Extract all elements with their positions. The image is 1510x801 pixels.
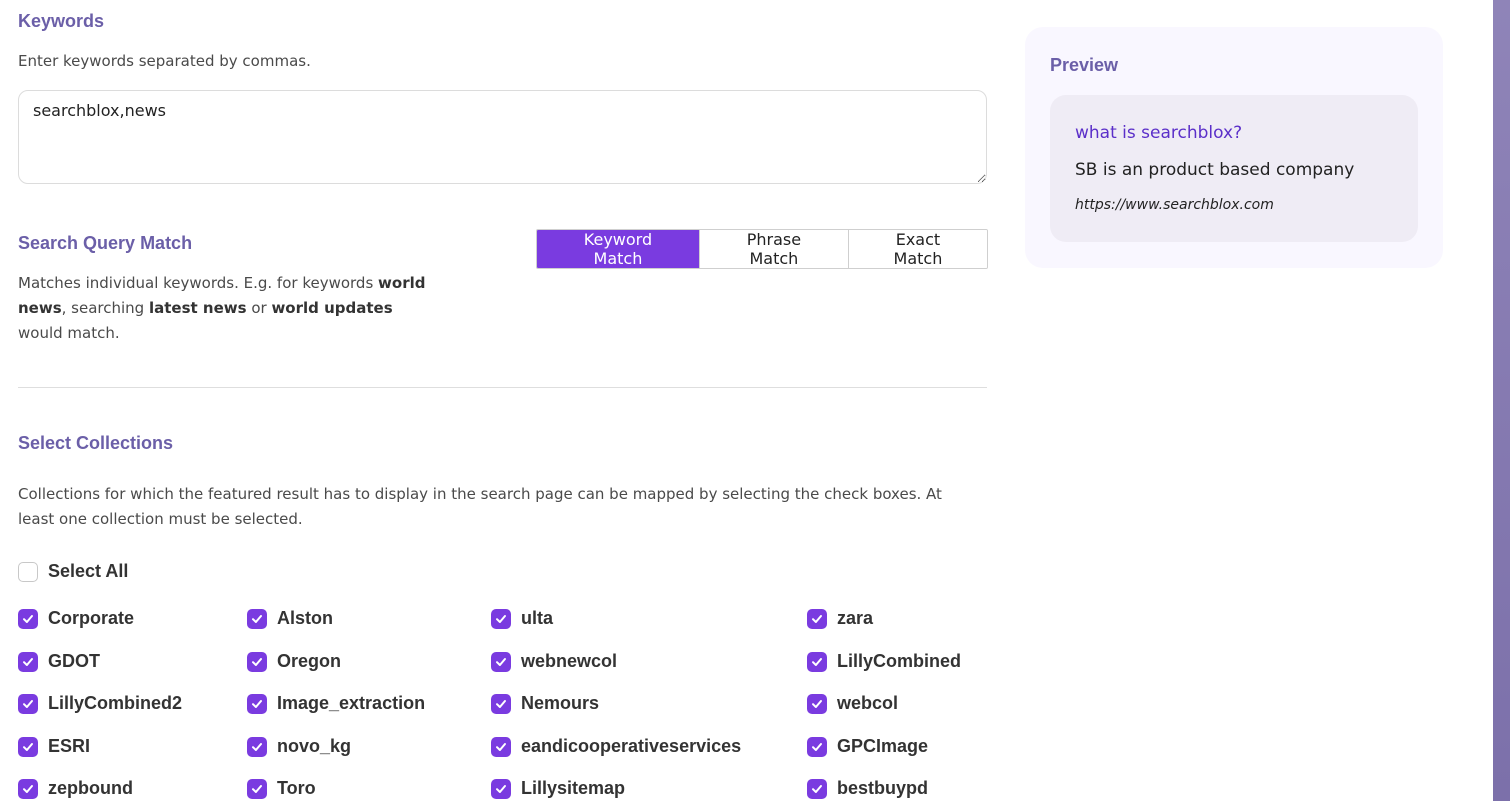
scrollbar[interactable] — [1493, 0, 1510, 801]
help-text: , searching — [61, 299, 149, 317]
select-collections-help: Collections for which the featured resul… — [18, 485, 942, 528]
collection-checkbox[interactable]: zepbound — [18, 778, 133, 799]
check-icon[interactable] — [807, 736, 827, 757]
collection-label: LillyCombined2 — [48, 693, 183, 713]
help-text: would match. — [18, 324, 120, 342]
check-icon[interactable] — [247, 778, 267, 799]
divider — [18, 387, 987, 388]
keywords-help: Enter keywords separated by commas. — [18, 52, 311, 70]
check-icon[interactable] — [491, 651, 511, 672]
preview-result-description: SB is an product based company — [1075, 160, 1355, 180]
collection-label: Oregon — [277, 651, 342, 671]
collection-label: bestbuypd — [837, 778, 929, 798]
collection-label: eandicooperativeservices — [521, 736, 742, 756]
select-all-checkbox[interactable]: Select All — [18, 561, 128, 582]
collection-checkbox[interactable]: ESRI — [18, 736, 90, 757]
collection-label: Image_extraction — [277, 693, 426, 713]
preview-panel: Preview what is searchblox? SB is an pro… — [1025, 27, 1443, 268]
check-icon[interactable] — [491, 736, 511, 757]
collection-label: Lillysitemap — [521, 778, 626, 798]
check-icon[interactable] — [491, 693, 511, 714]
search-query-match-help: Matches individual keywords. E.g. for ke… — [18, 271, 438, 346]
check-icon[interactable] — [807, 778, 827, 799]
keywords-input[interactable] — [18, 90, 987, 184]
collection-checkbox[interactable]: Corporate — [18, 608, 134, 629]
page: Keywords Enter keywords separated by com… — [0, 0, 1510, 801]
check-icon[interactable] — [18, 778, 38, 799]
collection-checkbox[interactable]: Alston — [247, 608, 333, 629]
collection-label: Nemours — [521, 693, 600, 713]
collection-checkbox[interactable]: GPCImage — [807, 736, 928, 757]
help-text: or — [246, 299, 272, 317]
preview-card: what is searchblox? SB is an product bas… — [1050, 95, 1418, 242]
help-text: Matches individual keywords. E.g. for ke… — [18, 274, 379, 292]
select-collections-title: Select Collections — [18, 433, 174, 453]
collection-label: webcol — [837, 693, 899, 713]
collection-checkbox[interactable]: Oregon — [247, 651, 341, 672]
check-icon[interactable] — [491, 608, 511, 629]
check-icon[interactable] — [247, 736, 267, 757]
collection-label: GDOT — [48, 651, 100, 671]
collection-checkbox[interactable]: novo_kg — [247, 736, 351, 757]
check-icon[interactable] — [807, 608, 827, 629]
match-type-selector: Keyword Match Phrase Match Exact Match — [536, 229, 988, 269]
collection-checkbox[interactable]: LillyCombined2 — [18, 693, 182, 714]
collection-checkbox[interactable]: Toro — [247, 778, 316, 799]
select-all-label: Select All — [48, 561, 129, 581]
collection-checkbox[interactable]: webnewcol — [491, 651, 617, 672]
collection-checkbox[interactable]: GDOT — [18, 651, 100, 672]
check-icon[interactable] — [807, 693, 827, 714]
check-icon[interactable] — [491, 778, 511, 799]
check-icon[interactable] — [18, 736, 38, 757]
check-icon[interactable] — [18, 651, 38, 672]
help-keyword: world updates — [271, 299, 393, 317]
preview-result-title[interactable]: what is searchblox? — [1075, 123, 1242, 143]
collection-checkbox[interactable]: Lillysitemap — [491, 778, 625, 799]
check-icon[interactable] — [18, 608, 38, 629]
collection-checkbox[interactable]: Image_extraction — [247, 693, 425, 714]
preview-title: Preview — [1050, 55, 1119, 75]
check-icon[interactable] — [18, 693, 38, 714]
collection-checkbox[interactable]: zara — [807, 608, 873, 629]
check-icon[interactable] — [247, 693, 267, 714]
keyword-match-button[interactable]: Keyword Match — [537, 230, 699, 268]
collection-label: Corporate — [48, 608, 135, 628]
checkbox-unchecked[interactable] — [18, 561, 38, 582]
collection-label: zepbound — [48, 778, 133, 798]
collection-label: Toro — [277, 778, 316, 798]
keywords-title: Keywords — [18, 11, 105, 31]
collection-label: novo_kg — [277, 736, 352, 756]
collection-label: ulta — [521, 608, 554, 628]
help-keyword: latest news — [148, 299, 247, 317]
search-query-match-title: Search Query Match — [18, 233, 193, 253]
exact-match-button[interactable]: Exact Match — [847, 230, 987, 268]
collection-checkbox[interactable]: eandicooperativeservices — [491, 736, 741, 757]
check-icon[interactable] — [247, 608, 267, 629]
collection-checkbox[interactable]: Nemours — [491, 693, 599, 714]
preview-result-url: https://www.searchblox.com — [1075, 197, 1274, 213]
collection-checkbox[interactable]: LillyCombined — [807, 651, 961, 672]
collection-label: GPCImage — [837, 736, 929, 756]
collection-checkbox[interactable]: bestbuypd — [807, 778, 928, 799]
collection-label: Alston — [277, 608, 333, 628]
collection-checkbox[interactable]: ulta — [491, 608, 553, 629]
check-icon[interactable] — [807, 651, 827, 672]
collection-label: webnewcol — [521, 651, 618, 671]
phrase-match-button[interactable]: Phrase Match — [698, 230, 848, 268]
check-icon[interactable] — [247, 651, 267, 672]
collection-label: zara — [837, 608, 874, 628]
collection-label: ESRI — [48, 736, 91, 756]
collection-label: LillyCombined — [837, 651, 962, 671]
collection-checkbox[interactable]: webcol — [807, 693, 898, 714]
